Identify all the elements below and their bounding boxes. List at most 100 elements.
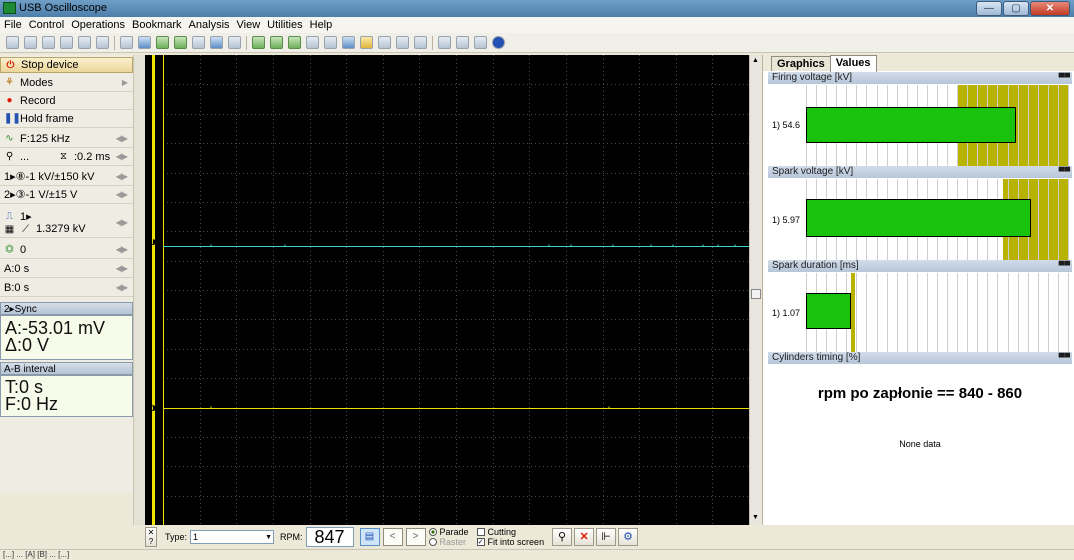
channel-1-row[interactable]: 1▸⑧-1 kV/±150 kV ◀|▶	[0, 168, 133, 186]
menu-help[interactable]: Help	[310, 19, 333, 31]
next-button[interactable]: >	[405, 528, 426, 546]
trigger-icon[interactable]	[138, 36, 151, 49]
check3-icon[interactable]	[288, 36, 301, 49]
timebase-row[interactable]: ⚲ ... ⧖ :0.2 ms ◀|▶	[0, 148, 133, 166]
signal2-icon[interactable]	[174, 36, 187, 49]
gauge-gridline	[916, 273, 918, 353]
stepper-arrows-icon[interactable]: ◀|▶	[116, 190, 128, 199]
check2-icon[interactable]	[270, 36, 283, 49]
scroll-down-icon[interactable]: ▼	[752, 514, 759, 521]
zoom-icon[interactable]	[378, 36, 391, 49]
menu-control[interactable]: Control	[29, 19, 64, 31]
menu-view[interactable]: View	[237, 19, 261, 31]
close-strip-icon[interactable]: ✕?	[145, 527, 157, 547]
menu-operations[interactable]: Operations	[71, 19, 125, 31]
zoom-icon: ⚲	[5, 151, 14, 162]
parade-label: Parade	[439, 527, 469, 537]
search-icon[interactable]: ⚲	[552, 528, 573, 546]
check-icon[interactable]	[252, 36, 265, 49]
stop-device-button[interactable]: ⏻ Stop device	[0, 57, 133, 73]
settings-icon[interactable]: ⚙	[618, 528, 639, 546]
panel-splitter[interactable]	[133, 55, 145, 525]
channel-2-row[interactable]: 2▸③-1 V/±15 V ◀|▶	[0, 186, 133, 204]
channel-2-settings: 2▸③-1 V/±15 V	[4, 189, 78, 201]
stepper-arrows-icon[interactable]: ◀|▶	[116, 245, 128, 254]
menu-bookmark[interactable]: Bookmark	[132, 19, 182, 31]
tab-graphics[interactable]: Graphics	[771, 56, 831, 71]
close-button[interactable]: ✕	[1030, 1, 1070, 16]
rpm-label: RPM:	[280, 532, 303, 542]
offset-row[interactable]: ⏣ 0 ◀|▶	[0, 241, 133, 259]
vertical-scrollbar[interactable]: ▲ ▼	[749, 55, 761, 525]
channel-icon[interactable]	[342, 36, 355, 49]
panel-icon[interactable]	[438, 36, 451, 49]
previous-button[interactable]: <	[382, 528, 403, 546]
oscilloscope-display[interactable]	[163, 55, 749, 525]
undo-icon[interactable]	[192, 36, 205, 49]
modes-menu[interactable]: ⚘ Modes ▶	[0, 74, 133, 92]
panel2-icon[interactable]	[456, 36, 469, 49]
raster-radio[interactable]	[428, 538, 437, 546]
frequency-row[interactable]: ∿ F:125 kHz ◀|▶	[0, 130, 133, 148]
cutting-checkbox[interactable]	[476, 528, 485, 536]
stepper-arrows-icon[interactable]: ◀|▶	[116, 152, 128, 161]
scroll-up-icon[interactable]: ▲	[752, 57, 759, 64]
cursor-a-row[interactable]: A:0 s ◀|▶	[0, 260, 133, 278]
zoom2-icon[interactable]	[396, 36, 409, 49]
stepper-arrows-icon[interactable]: ◀|▶	[116, 264, 128, 273]
collapse-icon[interactable]: ▀▀	[1059, 166, 1070, 178]
scroll-thumb[interactable]	[751, 289, 761, 299]
tab-values[interactable]: Values	[829, 55, 877, 72]
maximize-button[interactable]: ▢	[1003, 1, 1029, 16]
type-select[interactable]: 1 ▼	[190, 530, 275, 544]
gauge-gridline	[926, 273, 928, 353]
cursor-b-row[interactable]: B:0 s ◀|▶	[0, 279, 133, 297]
export-icon[interactable]	[96, 36, 109, 49]
hold-frame-button[interactable]: ❚❚ Hold frame	[0, 110, 133, 128]
menu-analysis[interactable]: Analysis	[189, 19, 230, 31]
measure-icon[interactable]	[360, 36, 373, 49]
channel-1-marker[interactable]: 1▸	[147, 235, 159, 248]
print-icon[interactable]	[42, 36, 55, 49]
wave-icon: ∿	[5, 133, 14, 144]
gauge-gridline	[1037, 179, 1039, 261]
menu-utilities[interactable]: Utilities	[267, 19, 302, 31]
gauge-gridline	[876, 273, 878, 353]
fit-checkbox[interactable]: ✓	[476, 538, 485, 546]
math-icon[interactable]	[210, 36, 223, 49]
cylinders-timing-header[interactable]: Cylinders timing [%] ▀▀	[768, 352, 1072, 364]
bottom-toolbar: ✕? Type: 1 ▼ RPM: 847 ▤ < > Parade Raste…	[145, 525, 1074, 549]
spark-duration-header[interactable]: Spark duration [ms] ▀▀	[768, 260, 1072, 272]
stepper-arrows-icon[interactable]: ◀|▶	[116, 172, 128, 181]
stepper-arrows-icon[interactable]: ◀|▶	[116, 134, 128, 143]
firing-voltage-header[interactable]: Firing voltage [kV] ▀▀	[768, 72, 1072, 84]
stepper-arrows-icon[interactable]: ◀|▶	[116, 218, 128, 227]
collapse-icon[interactable]: ▀▀	[1059, 72, 1070, 84]
save-icon[interactable]	[24, 36, 37, 49]
stepper-arrows-icon[interactable]: ◀|▶	[116, 283, 128, 292]
clear-icon[interactable]: ✕	[574, 528, 595, 546]
layout-icon[interactable]	[414, 36, 427, 49]
collapse-icon[interactable]: ▀▀	[1059, 352, 1070, 364]
open-icon[interactable]	[6, 36, 19, 49]
delete-icon[interactable]	[228, 36, 241, 49]
record-button[interactable]: ● Record	[0, 92, 133, 110]
signal-icon[interactable]	[156, 36, 169, 49]
copy-icon[interactable]	[60, 36, 73, 49]
minimize-button[interactable]: —	[976, 1, 1002, 16]
paste-icon[interactable]	[78, 36, 91, 49]
parade-radio[interactable]	[428, 528, 437, 536]
auto-rpm-button[interactable]: ▤	[359, 528, 380, 546]
help-icon[interactable]	[492, 36, 505, 49]
menu-file[interactable]: File	[4, 19, 22, 31]
cursor-icon[interactable]	[120, 36, 133, 49]
trigger-row[interactable]: ⎍ 1▸ ▦ ⟋ 1.3279 kV ◀|▶	[0, 208, 133, 238]
spark-voltage-header[interactable]: Spark voltage [kV] ▀▀	[768, 166, 1072, 178]
channel-2-marker[interactable]: 2▸	[147, 401, 159, 414]
document-icon[interactable]	[306, 36, 319, 49]
firing-voltage-gauge: 1) 54.6	[768, 85, 1072, 167]
close-panel-icon[interactable]	[474, 36, 487, 49]
collapse-icon[interactable]: ▀▀	[1059, 260, 1070, 272]
marker-icon[interactable]: ⊩	[596, 528, 617, 546]
grid-icon[interactable]	[324, 36, 337, 49]
